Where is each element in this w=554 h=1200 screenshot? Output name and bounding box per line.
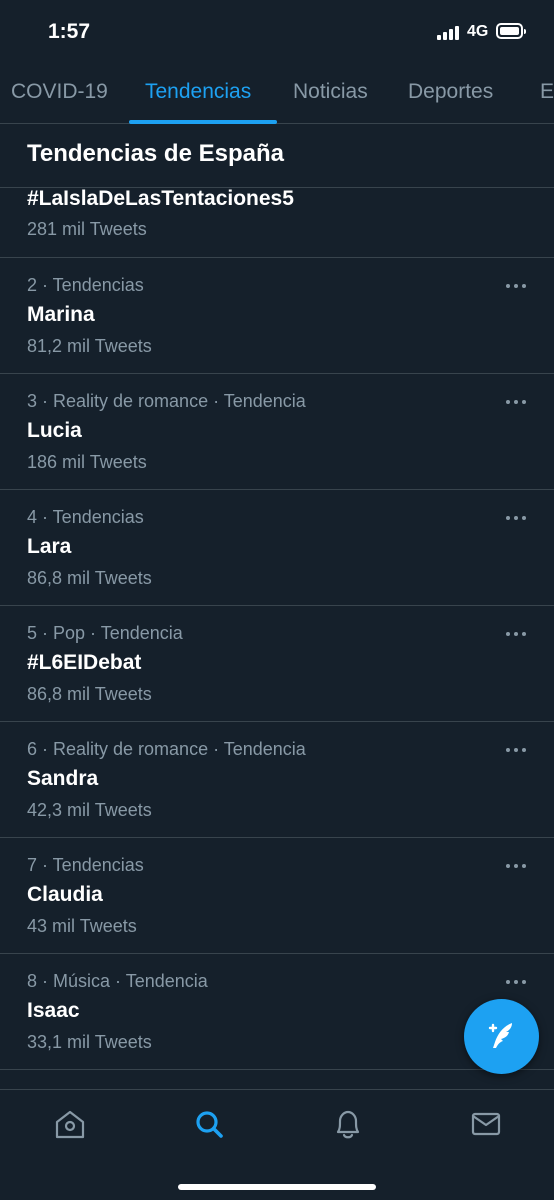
trend-tweet-count: 43 mil Tweets [27,916,137,936]
more-options-icon[interactable] [500,740,532,760]
more-options-icon[interactable] [500,392,532,412]
trend-tweet-count: 42,3 mil Tweets [27,800,152,820]
compose-tweet-icon [488,1023,512,1048]
trend-item-1[interactable]: #LaIslaDeLasTentaciones5 281 mil Tweets [0,187,554,258]
trend-item-2[interactable]: 2 · Tendencias Marina 81,2 mil Tweets [0,258,554,374]
trend-item-7[interactable]: 7 · Tendencias Claudia 43 mil Tweets [0,838,554,954]
app-screen: 1:57 4G COVID-19 Tendencias Noticias Dep… [0,0,554,1200]
home-icon [55,1110,85,1139]
nav-messages-button[interactable] [466,1106,506,1142]
compose-tweet-button[interactable] [464,999,539,1074]
home-indicator [178,1184,376,1190]
trend-item-4[interactable]: 4 · Tendencias Lara 86,8 mil Tweets [0,490,554,606]
trend-meta: 3 · Reality de romance · Tendencia [27,391,306,411]
status-bar: 1:57 4G [0,0,554,66]
status-time: 1:57 [48,20,91,43]
more-options-icon[interactable] [500,508,532,528]
trend-name: Marina [27,303,95,326]
network-type: 4G [467,23,489,40]
trend-item-3[interactable]: 3 · Reality de romance · Tendencia Lucia… [0,374,554,490]
trend-meta: 6 · Reality de romance · Tendencia [27,739,306,759]
active-tab-indicator [129,120,277,124]
search-icon [196,1111,223,1138]
trend-meta: 7 · Tendencias [27,855,144,875]
notifications-bell-icon [336,1110,360,1139]
trend-name: Claudia [27,883,103,906]
trend-tweet-count: 86,8 mil Tweets [27,684,152,704]
trend-meta: 2 · Tendencias [27,275,144,295]
nav-home-button[interactable] [50,1106,90,1142]
more-options-icon[interactable] [500,972,532,992]
section-title: Tendencias de España [27,140,284,167]
trend-meta: 4 · Tendencias [27,507,144,527]
trend-name: Isaac [27,999,80,1022]
tab-noticias[interactable]: Noticias [293,80,368,104]
battery-icon [496,23,526,39]
tab-tendencias[interactable]: Tendencias [145,80,251,104]
trend-name: Lucia [27,419,82,442]
messages-mail-icon [471,1112,501,1136]
trend-meta: 5 · Pop · Tendencia [27,623,183,643]
more-options-icon[interactable] [500,624,532,644]
tab-deportes[interactable]: Deportes [408,80,493,104]
trend-tweet-count: 186 mil Tweets [27,452,147,472]
trend-tweet-count: 81,2 mil Tweets [27,336,152,356]
tab-covid-19[interactable]: COVID-19 [11,80,108,104]
trend-tweet-count: 86,8 mil Tweets [27,568,152,588]
more-options-icon[interactable] [500,276,532,296]
trend-name: Lara [27,535,72,558]
signal-strength-icon [437,26,459,40]
trend-name: #L6EIDebat [27,651,142,674]
trend-item-6[interactable]: 6 · Reality de romance · Tendencia Sandr… [0,722,554,838]
trend-meta: 8 · Música · Tendencia [27,971,208,991]
trend-tweet-count: 281 mil Tweets [27,219,147,239]
more-options-icon[interactable] [500,856,532,876]
trend-name: #LaIslaDeLasTentaciones5 [27,187,294,210]
trend-tweet-count: 33,1 mil Tweets [27,1032,152,1052]
nav-notifications-button[interactable] [328,1106,368,1142]
nav-search-button[interactable] [189,1106,229,1142]
trend-name: Sandra [27,767,99,790]
explore-tabs: COVID-19 Tendencias Noticias Deportes E [0,66,554,124]
trend-item-5[interactable]: 5 · Pop · Tendencia #L6EIDebat 86,8 mil … [0,606,554,722]
tab-entertainment-partial[interactable]: E [540,80,554,104]
